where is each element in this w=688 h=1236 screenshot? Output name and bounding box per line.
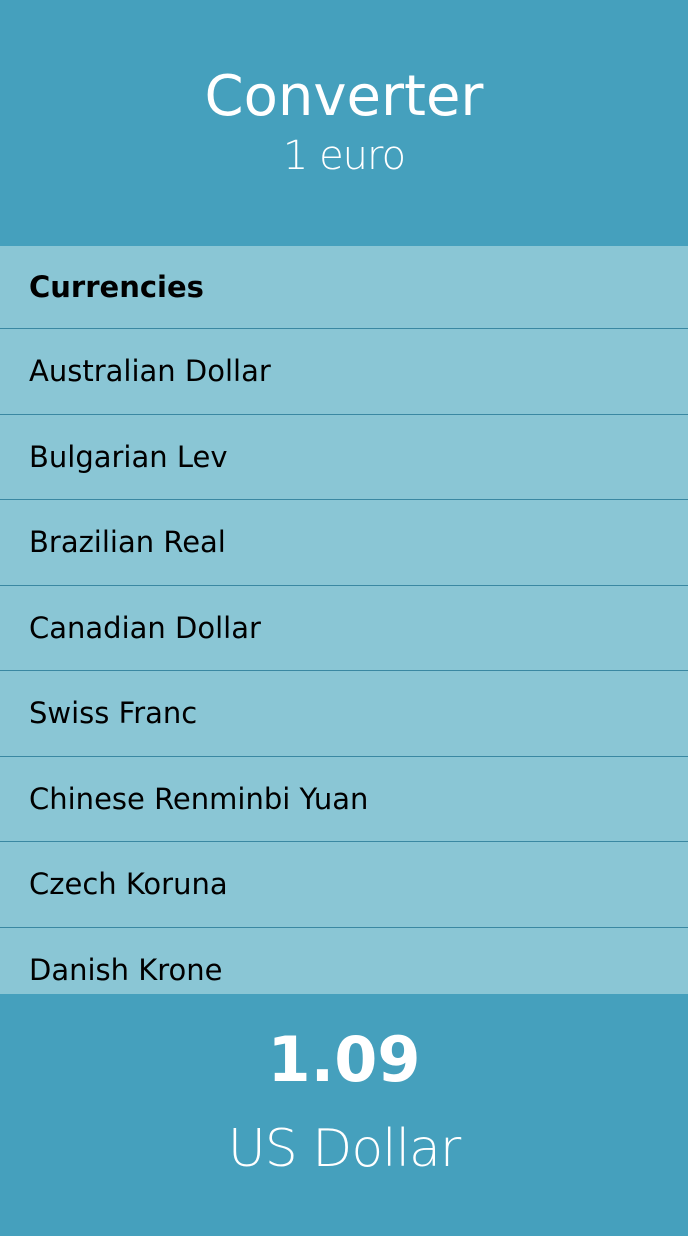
currency-list[interactable]: Currencies Australian Dollar Bulgarian L… [0,246,688,994]
currency-item-canadian-dollar[interactable]: Canadian Dollar [0,586,688,671]
currency-item-bulgarian-lev[interactable]: Bulgarian Lev [0,415,688,500]
currency-item-brazilian-real[interactable]: Brazilian Real [0,500,688,586]
currency-item-chinese-renminbi-yuan[interactable]: Chinese Renminbi Yuan [0,757,688,842]
result-value: 1.09 [267,1023,421,1096]
currency-item-danish-krone[interactable]: Danish Krone [0,928,688,995]
page-title: Converter [204,64,484,129]
currency-item-czech-koruna[interactable]: Czech Koruna [0,842,688,928]
currency-item-swiss-franc[interactable]: Swiss Franc [0,671,688,757]
currency-list-heading: Currencies [0,246,688,329]
conversion-result: 1.09 US Dollar [0,994,688,1236]
header: Converter 1 euro [0,0,688,246]
result-currency: US Dollar [227,1119,462,1179]
currency-item-australian-dollar[interactable]: Australian Dollar [0,329,688,415]
converter-app: Converter 1 euro Currencies Australian D… [0,0,688,1236]
base-amount: 1 euro [282,133,406,179]
currency-rows: Australian Dollar Bulgarian Lev Brazilia… [0,329,688,994]
